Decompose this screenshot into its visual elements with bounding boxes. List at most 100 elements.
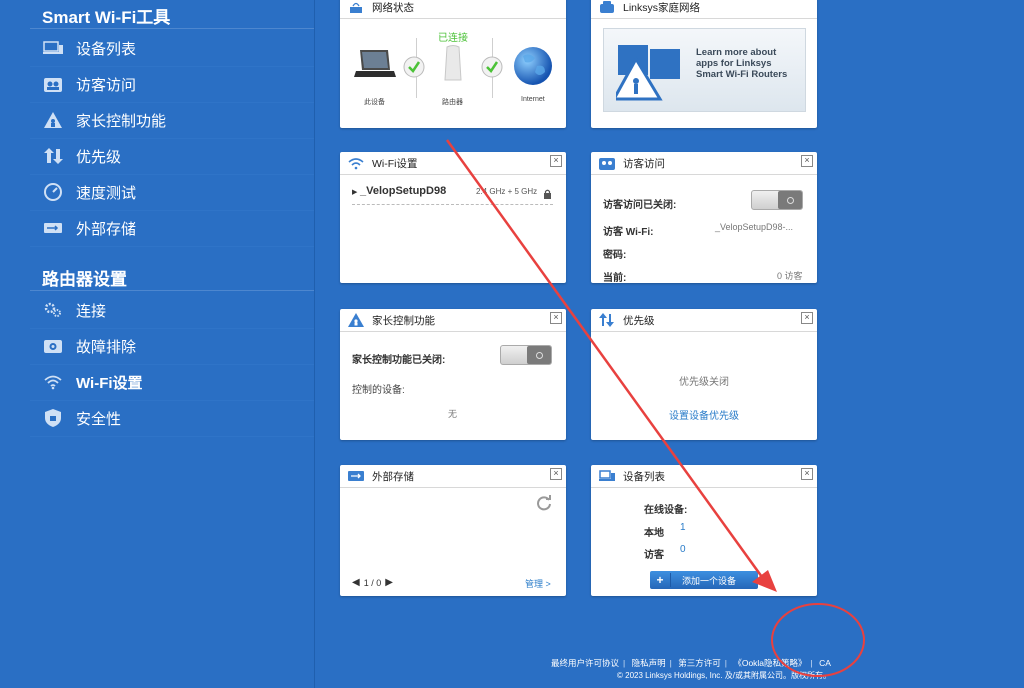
promo-graphic-icon	[611, 39, 686, 106]
sidebar-item-parental-control[interactable]: 家长控制功能	[30, 102, 314, 139]
sidebar-item-guest-access[interactable]: 访客访问	[30, 66, 314, 103]
sidebar-item-label: 速度测试	[76, 184, 137, 202]
card-title: 网络状态	[372, 1, 414, 14]
plus-icon: +	[650, 573, 671, 587]
parental-control-icon	[348, 313, 364, 327]
footer-link-eula[interactable]: 最终用户许可协议	[551, 658, 619, 668]
close-icon[interactable]: ×	[801, 312, 813, 324]
parental-control-icon	[42, 109, 64, 131]
sidebar-item-wifi-settings[interactable]: Wi-Fi设置	[30, 364, 314, 401]
device-list-icon	[42, 37, 64, 59]
close-icon[interactable]: ×	[550, 468, 562, 480]
external-storage-icon	[348, 469, 364, 483]
internet-globe-icon	[513, 46, 553, 91]
card-header: 设备列表 ×	[591, 465, 817, 488]
speed-test-icon	[42, 181, 64, 203]
priority-icon	[42, 145, 64, 167]
router-section-title: 路由器设置	[42, 270, 127, 289]
priority-status: 优先级关闭	[679, 377, 729, 388]
card-header: 优先级 ×	[591, 309, 817, 332]
guest-access-toggle[interactable]	[751, 190, 803, 210]
internet-label: Internet	[521, 96, 545, 103]
sidebar-item-label: 故障排除	[76, 338, 137, 356]
wifi-settings-card: Wi-Fi设置 × ▶ _VelopSetupD98 2.4 GHz + 5 G…	[340, 152, 566, 283]
card-header: Linksys家庭网络	[591, 0, 817, 19]
wifi-icon	[348, 156, 364, 170]
sidebar-item-priority[interactable]: 优先级	[30, 138, 314, 175]
wifi-band: 2.4 GHz + 5 GHz	[476, 187, 538, 196]
footer-link-third-party[interactable]: 第三方许可	[678, 658, 721, 668]
guest-devices-label: 访客	[644, 550, 664, 561]
close-icon[interactable]: ×	[550, 155, 562, 167]
close-icon[interactable]: ×	[801, 155, 813, 167]
footer-links: 最终用户许可协议 | 隐私声明 | 第三方许可 | 《Ookla隐私策略》 | CA	[551, 658, 831, 668]
home-network-card: Linksys家庭网络 Learn more about apps for Li…	[591, 0, 817, 128]
router-label: 路由器	[442, 99, 463, 106]
sidebar: Smart Wi-Fi工具 设备列表 访客访问 家长控制功能 优先级 速度测试	[0, 0, 315, 688]
promo-text: Learn more about apps for Linksys Smart …	[696, 47, 788, 80]
sidebar-item-label: 家长控制功能	[76, 112, 167, 130]
card-title: 家长控制功能	[372, 314, 435, 327]
card-header: 访客访问 ×	[591, 152, 817, 175]
sidebar-item-speed-test[interactable]: 速度测试	[30, 174, 314, 211]
router-node-icon	[444, 44, 462, 87]
guest-access-card: 访客访问 × 访客访问已关闭: 访客 Wi-Fi: _VelopSetupD98…	[591, 152, 817, 284]
footer-link-privacy[interactable]: 隐私声明	[632, 658, 666, 668]
guest-access-icon	[42, 73, 64, 95]
connectivity-gear-icon	[42, 299, 64, 321]
troubleshoot-icon	[42, 335, 64, 357]
external-storage-card: 外部存储 × ◀ 1 / 0 ▶ 管理 >	[340, 465, 566, 596]
parental-control-card: 家长控制功能 × 家长控制功能已关闭: 控制的设备: 无	[340, 309, 566, 440]
footer-link-ookla[interactable]: 《Ookla隐私策略》	[733, 658, 806, 668]
next-page-icon[interactable]: ▶	[385, 577, 393, 588]
close-icon[interactable]: ×	[550, 312, 562, 324]
app-promo-banner[interactable]: Learn more about apps for Linksys Smart …	[603, 28, 806, 112]
online-devices-label: 在线设备:	[644, 505, 688, 516]
wifi-network-row[interactable]: ▶ _VelopSetupD98 2.4 GHz + 5 GHz	[352, 184, 553, 205]
setup-priority-link[interactable]: 设置设备优先级	[669, 407, 739, 422]
home-network-icon	[599, 0, 615, 14]
guest-wifi-value: _VelopSetupD98-...	[715, 222, 794, 232]
card-title: Linksys家庭网络	[623, 1, 701, 14]
device-list-card: 设备列表 × 在线设备: 本地 1 访客 0 + 添加一个设备	[591, 465, 817, 596]
sidebar-item-label: 访客访问	[76, 76, 137, 94]
sidebar-item-external-storage[interactable]: 外部存储	[30, 210, 314, 247]
lock-icon	[543, 186, 552, 204]
priority-icon	[599, 313, 615, 327]
connected-status: 已连接	[438, 33, 468, 44]
card-title: 外部存储	[372, 470, 414, 483]
divider	[30, 290, 314, 291]
divider	[30, 28, 314, 29]
guest-wifi-label: 访客 Wi-Fi:	[603, 227, 654, 238]
parental-control-toggle[interactable]	[500, 345, 552, 365]
network-status-card: 网络状态 已连接 此设备 路由器 Internet	[340, 0, 566, 128]
footer-link-ca[interactable]: CA	[819, 658, 831, 668]
card-title: Wi-Fi设置	[372, 157, 418, 170]
close-icon[interactable]: ×	[801, 468, 813, 480]
pager: ◀ 1 / 0 ▶	[352, 577, 393, 588]
manage-storage-link[interactable]: 管理 >	[525, 577, 551, 590]
guest-password-label: 密码:	[603, 250, 627, 261]
guest-devices-count[interactable]: 0	[680, 544, 686, 555]
card-header: 外部存储 ×	[340, 465, 566, 488]
wifi-ssid: _VelopSetupD98	[360, 185, 447, 197]
refresh-icon[interactable]	[536, 495, 552, 516]
local-devices-count[interactable]: 1	[680, 522, 686, 533]
sidebar-item-connectivity[interactable]: 连接	[30, 292, 314, 329]
sidebar-item-troubleshooting[interactable]: 故障排除	[30, 328, 314, 365]
tools-section-title: Smart Wi-Fi工具	[42, 8, 171, 27]
guest-access-icon	[599, 156, 615, 170]
add-device-label: 添加一个设备	[682, 575, 737, 586]
device-list-icon	[599, 469, 615, 483]
laptop-icon	[354, 48, 396, 85]
card-header: 网络状态	[340, 0, 566, 19]
sidebar-item-label: 外部存储	[76, 220, 137, 238]
sidebar-item-label: 设备列表	[76, 40, 137, 58]
card-header: Wi-Fi设置 ×	[340, 152, 566, 175]
priority-card: 优先级 × 优先级关闭 设置设备优先级	[591, 309, 817, 440]
sidebar-item-device-list[interactable]: 设备列表	[30, 30, 314, 67]
sidebar-item-security[interactable]: 安全性	[30, 400, 314, 437]
prev-page-icon[interactable]: ◀	[352, 577, 360, 588]
card-title: 优先级	[623, 314, 655, 327]
add-device-button[interactable]: + 添加一个设备	[650, 571, 758, 589]
